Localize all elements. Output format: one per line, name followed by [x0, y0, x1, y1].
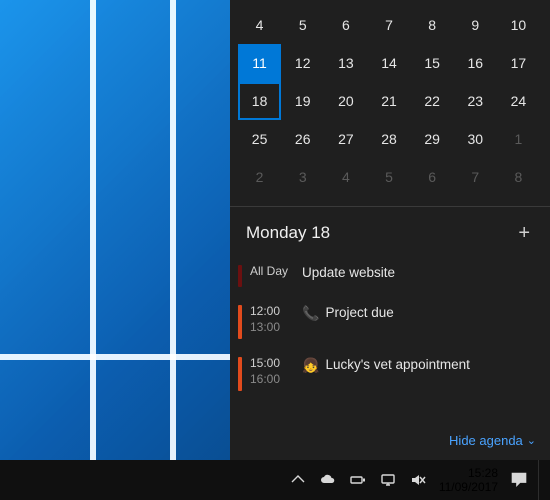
event-color-bar	[238, 305, 242, 339]
event-time: 12:00 13:00	[250, 303, 302, 335]
girl-icon: 👧	[302, 356, 319, 374]
agenda-event[interactable]: All Day Update website	[238, 257, 540, 297]
calendar-day[interactable]: 27	[324, 120, 367, 158]
event-color-bar	[238, 265, 242, 287]
calendar-day[interactable]: 29	[411, 120, 454, 158]
calendar-day[interactable]: 23	[454, 82, 497, 120]
calendar-day[interactable]: 14	[367, 44, 410, 82]
calendar-day[interactable]: 3	[281, 158, 324, 196]
chevron-down-icon: ⌄	[527, 434, 536, 447]
calendar-grid: 4567891011121314151617181920212223242526…	[230, 0, 550, 204]
phone-icon: 📞	[302, 304, 319, 322]
volume-muted-icon[interactable]	[409, 471, 427, 489]
calendar-day[interactable]: 1	[497, 120, 540, 158]
calendar-day[interactable]: 2	[238, 158, 281, 196]
agenda-header: Monday 18 +	[230, 207, 550, 257]
agenda-event[interactable]: 12:00 13:00 📞 Project due	[238, 297, 540, 349]
calendar-day[interactable]: 24	[497, 82, 540, 120]
taskbar-clock[interactable]: 15:28 11/09/2017	[433, 466, 504, 494]
calendar-day[interactable]: 11	[238, 44, 281, 82]
onedrive-icon[interactable]	[319, 471, 337, 489]
calendar-day[interactable]: 4	[238, 6, 281, 44]
show-desktop-button[interactable]	[538, 460, 544, 500]
calendar-day[interactable]: 17	[497, 44, 540, 82]
calendar-day[interactable]: 26	[281, 120, 324, 158]
calendar-day[interactable]: 6	[324, 6, 367, 44]
add-event-button[interactable]: +	[512, 219, 536, 247]
calendar-day[interactable]: 9	[454, 6, 497, 44]
calendar-day[interactable]: 12	[281, 44, 324, 82]
event-title: 📞 Project due	[302, 303, 540, 322]
system-tray	[289, 471, 431, 489]
event-title: Update website	[302, 263, 540, 282]
battery-icon[interactable]	[349, 471, 367, 489]
calendar-day[interactable]: 30	[454, 120, 497, 158]
calendar-day[interactable]: 25	[238, 120, 281, 158]
hide-agenda-link[interactable]: Hide agenda ⌄	[230, 433, 550, 460]
calendar-day[interactable]: 20	[324, 82, 367, 120]
calendar-day[interactable]: 15	[411, 44, 454, 82]
calendar-day[interactable]: 7	[454, 158, 497, 196]
calendar-day[interactable]: 8	[411, 6, 454, 44]
calendar-day[interactable]: 13	[324, 44, 367, 82]
calendar-day[interactable]: 5	[281, 6, 324, 44]
calendar-day[interactable]: 10	[497, 6, 540, 44]
calendar-flyout: 4567891011121314151617181920212223242526…	[230, 0, 550, 460]
calendar-day[interactable]: 5	[367, 158, 410, 196]
calendar-day[interactable]: 19	[281, 82, 324, 120]
taskbar: 15:28 11/09/2017	[0, 460, 550, 500]
calendar-day[interactable]: 8	[497, 158, 540, 196]
agenda-title: Monday 18	[246, 223, 330, 243]
tray-overflow-icon[interactable]	[289, 471, 307, 489]
action-center-icon[interactable]	[506, 467, 532, 493]
event-time: All Day	[250, 263, 302, 279]
agenda-events: All Day Update website 12:00 13:00 📞 Pro…	[230, 257, 550, 433]
calendar-day[interactable]: 7	[367, 6, 410, 44]
event-title: 👧 Lucky's vet appointment	[302, 355, 540, 374]
agenda-event[interactable]: 15:00 16:00 👧 Lucky's vet appointment	[238, 349, 540, 401]
event-time: 15:00 16:00	[250, 355, 302, 387]
calendar-day[interactable]: 28	[367, 120, 410, 158]
network-icon[interactable]	[379, 471, 397, 489]
calendar-day[interactable]: 18	[238, 82, 281, 120]
event-color-bar	[238, 357, 242, 391]
calendar-day[interactable]: 22	[411, 82, 454, 120]
calendar-day[interactable]: 4	[324, 158, 367, 196]
calendar-day[interactable]: 6	[411, 158, 454, 196]
calendar-day[interactable]: 16	[454, 44, 497, 82]
calendar-day[interactable]: 21	[367, 82, 410, 120]
